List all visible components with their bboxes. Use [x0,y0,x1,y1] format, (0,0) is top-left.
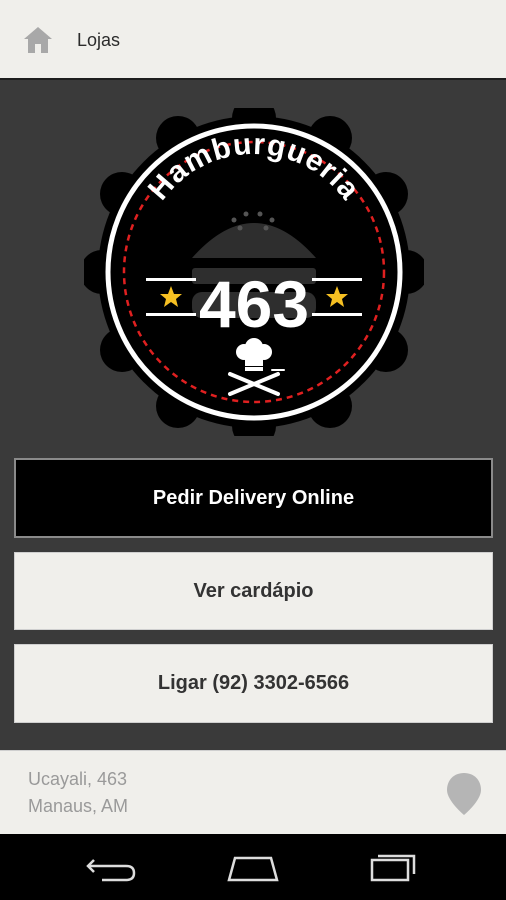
view-menu-button[interactable]: Ver cardápio [14,552,493,630]
back-icon[interactable] [82,850,142,884]
system-nav-bar [0,834,506,900]
store-address-bar[interactable]: Ucayali, 463 Manaus, AM [0,750,506,834]
address-line-1: Ucayali, 463 [28,769,128,789]
call-button[interactable]: Ligar (92) 3302-6566 [14,644,493,723]
main-content: Hamburgueria 463 Pedir Delivery Online V… [0,80,506,750]
address-line-2: Manaus, AM [28,796,129,816]
home-icon[interactable] [223,850,283,884]
recent-apps-icon[interactable] [364,850,424,884]
top-app-bar: Lojas [0,0,506,80]
home-icon[interactable] [22,24,54,56]
order-delivery-button[interactable]: Pedir Delivery Online [14,458,493,538]
restaurant-logo: Hamburgueria 463 [84,108,424,436]
page-title: Lojas [77,30,121,50]
map-pin-icon[interactable] [445,771,483,817]
logo-number: 463 [199,267,309,341]
